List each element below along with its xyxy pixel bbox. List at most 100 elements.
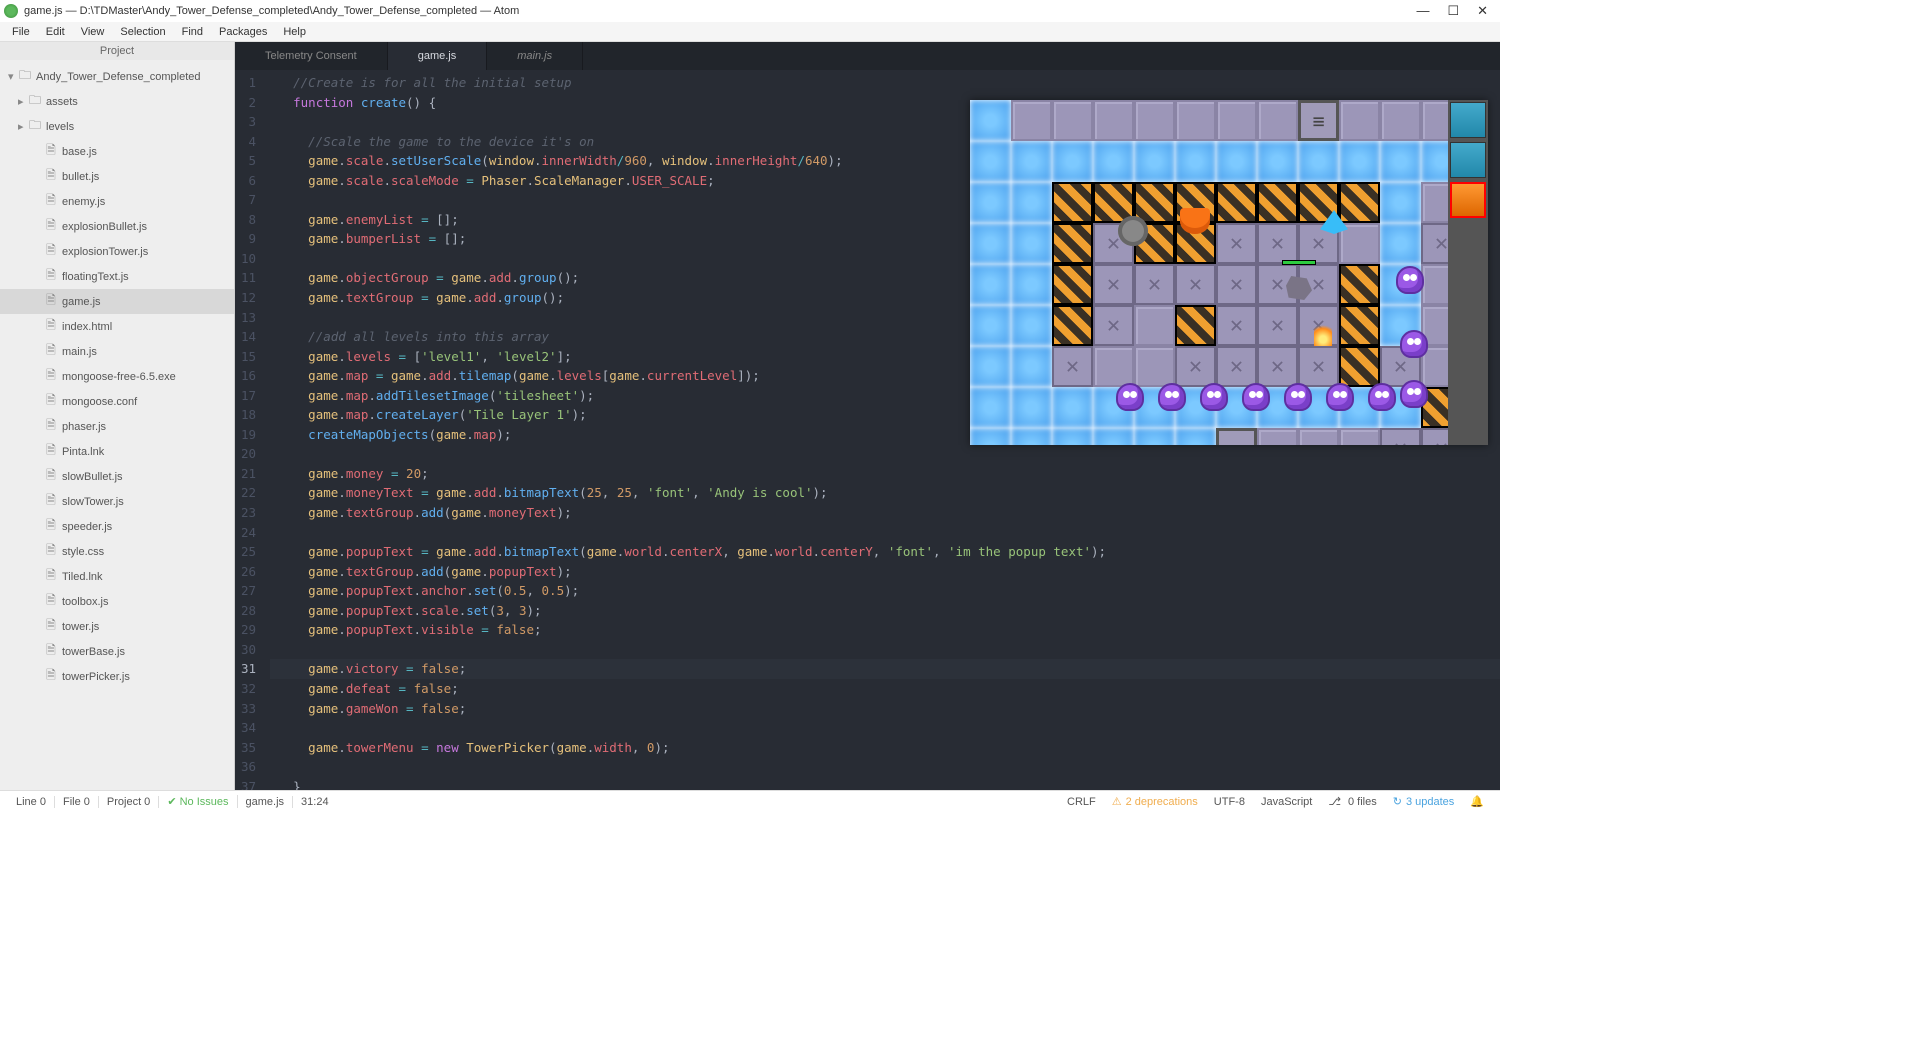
- tile: [1011, 305, 1052, 346]
- tile: [1011, 387, 1052, 428]
- sb-encoding[interactable]: UTF-8: [1206, 796, 1253, 808]
- tree-file[interactable]: floatingText.js: [0, 264, 234, 289]
- file-label: towerPicker.js: [62, 671, 130, 683]
- tile: [1175, 346, 1216, 387]
- tree-file[interactable]: enemy.js: [0, 189, 234, 214]
- tile: [1380, 428, 1421, 445]
- maximize-button[interactable]: ☐: [1447, 3, 1459, 19]
- tile: [970, 264, 1011, 305]
- tree-file[interactable]: slowTower.js: [0, 489, 234, 514]
- code-editor[interactable]: 1234567891011121314151617181920212223242…: [235, 70, 1500, 790]
- tree-file[interactable]: game.js: [0, 289, 234, 314]
- menu-selection[interactable]: Selection: [112, 26, 173, 38]
- tree-file[interactable]: slowBullet.js: [0, 464, 234, 489]
- tree-file[interactable]: mongoose.conf: [0, 389, 234, 414]
- tree-file[interactable]: toolbox.js: [0, 589, 234, 614]
- tree-file[interactable]: bullet.js: [0, 164, 234, 189]
- tile: [1216, 305, 1257, 346]
- menu-view[interactable]: View: [73, 26, 113, 38]
- sb-crlf[interactable]: CRLF: [1059, 796, 1104, 808]
- tree-file[interactable]: Tiled.lnk: [0, 564, 234, 589]
- tile: [1216, 264, 1257, 305]
- sb-line[interactable]: Line 0: [8, 796, 55, 808]
- tile: [1052, 428, 1093, 445]
- tab-game-js[interactable]: game.js: [388, 42, 488, 70]
- file-label: explosionTower.js: [62, 246, 148, 258]
- tree-file[interactable]: main.js: [0, 339, 234, 364]
- tile: [1134, 305, 1175, 346]
- file-label: bullet.js: [62, 171, 99, 183]
- tree-file[interactable]: mongoose-free-6.5.exe: [0, 364, 234, 389]
- tile: [1175, 100, 1216, 141]
- tree-file[interactable]: speeder.js: [0, 514, 234, 539]
- tower-option-1[interactable]: [1450, 102, 1486, 138]
- file-icon: [44, 191, 58, 212]
- tree-file[interactable]: style.css: [0, 539, 234, 564]
- tile: [1134, 264, 1175, 305]
- file-label: mongoose-free-6.5.exe: [62, 371, 176, 383]
- menu-help[interactable]: Help: [275, 26, 314, 38]
- tree-file[interactable]: base.js: [0, 139, 234, 164]
- tile: [1298, 141, 1339, 182]
- ship-orange-sprite: [1180, 208, 1210, 234]
- tile: [970, 428, 1011, 445]
- tile: [1052, 100, 1093, 141]
- tile: [1093, 305, 1134, 346]
- enemy-sprite: [1200, 383, 1228, 411]
- tile: [1052, 182, 1093, 223]
- tree-file[interactable]: index.html: [0, 314, 234, 339]
- tile: [970, 182, 1011, 223]
- sb-project[interactable]: Project 0: [99, 796, 159, 808]
- sb-lang[interactable]: JavaScript: [1253, 796, 1320, 808]
- folder-icon: [28, 116, 42, 137]
- file-icon: [44, 291, 58, 312]
- file-icon: [44, 491, 58, 512]
- tower-option-2[interactable]: [1450, 142, 1486, 178]
- sb-deprecations[interactable]: ⚠ 2 deprecations: [1104, 795, 1206, 808]
- flame-sprite: [1314, 324, 1332, 346]
- tile: [1257, 305, 1298, 346]
- file-label: enemy.js: [62, 196, 105, 208]
- file-icon: [44, 341, 58, 362]
- tree-file[interactable]: towerBase.js: [0, 639, 234, 664]
- sidebar-header: Project: [0, 42, 234, 60]
- enemy-sprite: [1368, 383, 1396, 411]
- file-label: floatingText.js: [62, 271, 129, 283]
- chevron-right-icon: ▸: [18, 95, 28, 108]
- close-button[interactable]: ✕: [1477, 3, 1488, 19]
- tree-file[interactable]: explosionTower.js: [0, 239, 234, 264]
- tile: [1134, 141, 1175, 182]
- tile: [1052, 346, 1093, 387]
- tile: [1011, 264, 1052, 305]
- sb-cursor[interactable]: 31:24: [293, 796, 337, 808]
- tree-file[interactable]: towerPicker.js: [0, 664, 234, 689]
- menu-find[interactable]: Find: [174, 26, 211, 38]
- sb-filename[interactable]: game.js: [238, 796, 294, 808]
- tile: [970, 305, 1011, 346]
- menu-packages[interactable]: Packages: [211, 26, 275, 38]
- tree-file[interactable]: Pinta.lnk: [0, 439, 234, 464]
- file-tree[interactable]: ▾ Andy_Tower_Defense_completed ▸ assets …: [0, 60, 234, 790]
- tree-file[interactable]: explosionBullet.js: [0, 214, 234, 239]
- tile: [1134, 100, 1175, 141]
- tile: [1339, 141, 1380, 182]
- sb-file[interactable]: File 0: [55, 796, 99, 808]
- sb-no-issues[interactable]: ✔ No Issues: [159, 795, 237, 808]
- sb-git[interactable]: 0 files: [1320, 795, 1384, 808]
- sb-updates[interactable]: ↻ 3 updates: [1385, 795, 1463, 808]
- sb-bell-icon[interactable]: 🔔: [1462, 795, 1492, 808]
- tab-main-js[interactable]: main.js: [487, 42, 583, 70]
- minimize-button[interactable]: —: [1416, 3, 1429, 19]
- folder-icon: [28, 91, 42, 112]
- tree-root[interactable]: ▾ Andy_Tower_Defense_completed: [0, 64, 234, 89]
- tree-folder[interactable]: ▸ levels: [0, 114, 234, 139]
- tab-telemetry[interactable]: Telemetry Consent: [235, 42, 388, 70]
- tower-option-3-selected[interactable]: [1450, 182, 1486, 218]
- tile: [1052, 223, 1093, 264]
- tree-file[interactable]: tower.js: [0, 614, 234, 639]
- tree-folder[interactable]: ▸ assets: [0, 89, 234, 114]
- menu-edit[interactable]: Edit: [38, 26, 73, 38]
- menu-file[interactable]: File: [4, 26, 38, 38]
- tree-file[interactable]: phaser.js: [0, 414, 234, 439]
- tower-picker-panel: [1448, 100, 1488, 445]
